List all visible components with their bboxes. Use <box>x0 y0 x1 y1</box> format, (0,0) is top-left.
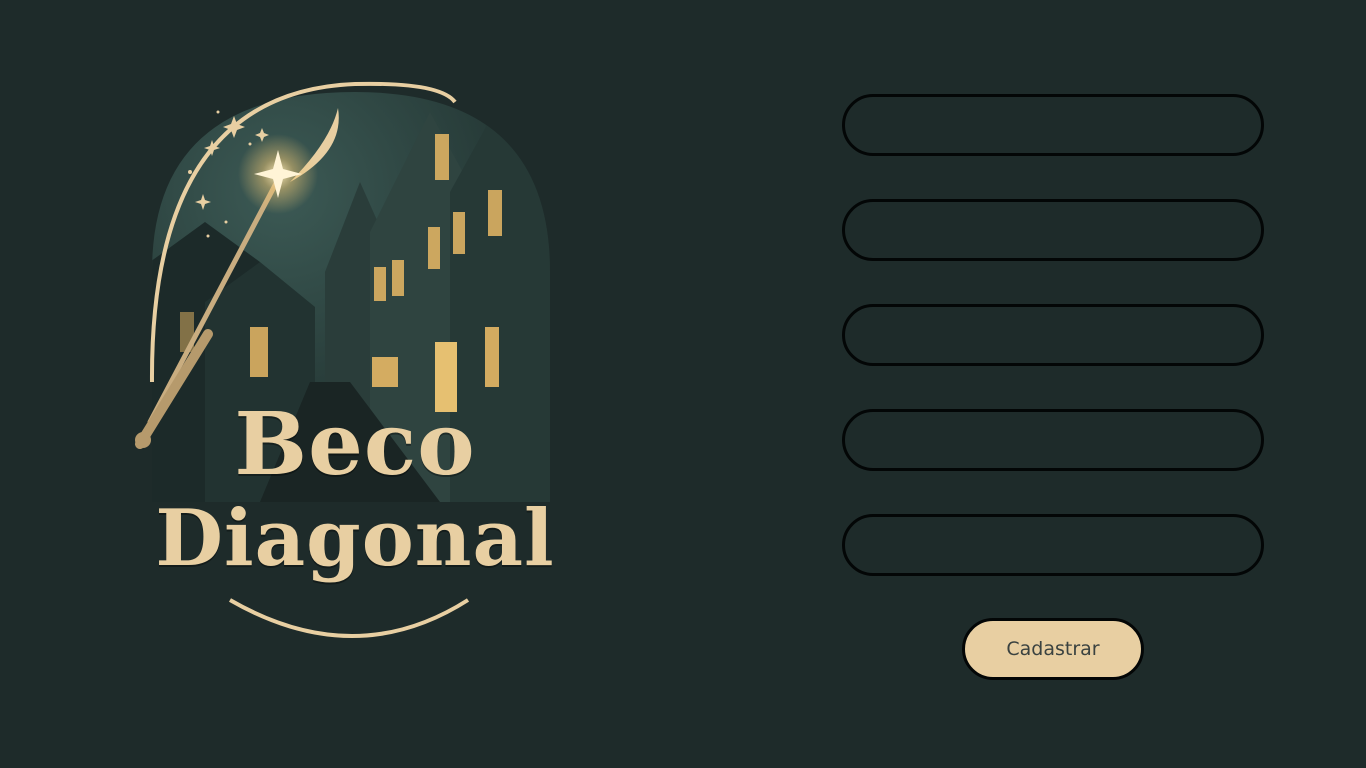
form-field-1[interactable] <box>842 94 1264 156</box>
submit-wrapper: Cadastrar <box>842 618 1264 680</box>
page: Beco Diagonal Cadastrar <box>0 0 1366 768</box>
beco-diagonal-logo: Beco Diagonal <box>110 72 600 652</box>
form-field-4[interactable] <box>842 409 1264 471</box>
registration-form: Cadastrar <box>842 94 1264 680</box>
cadastrar-button[interactable]: Cadastrar <box>962 618 1144 680</box>
form-field-5[interactable] <box>842 514 1264 576</box>
form-field-3[interactable] <box>842 304 1264 366</box>
form-field-2[interactable] <box>842 199 1264 261</box>
logo-title-line1: Beco <box>234 394 476 495</box>
logo-title-line2: Diagonal <box>155 493 555 584</box>
